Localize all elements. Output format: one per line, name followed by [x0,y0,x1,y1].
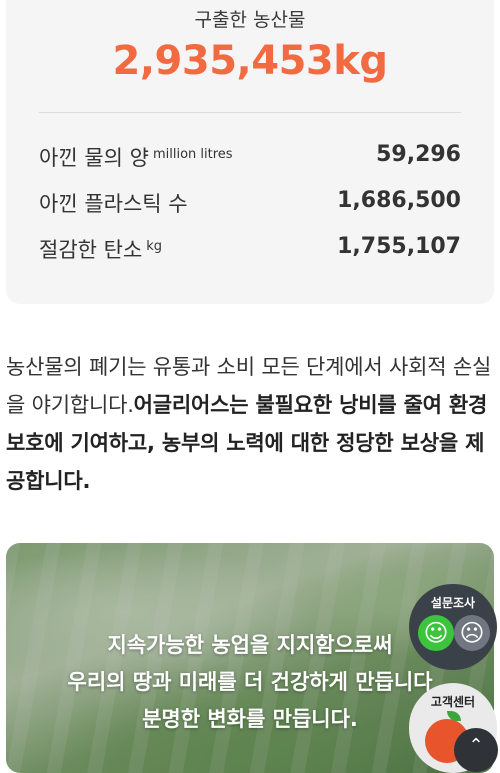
frown-face-icon[interactable]: ☹ [454,615,490,651]
rescued-produce-label: 구출한 농산물 [194,9,306,31]
stats-divider [39,112,461,113]
stat-value-carbon: 1,755,107 [337,234,461,259]
scroll-to-top-button[interactable]: ⌃ [454,728,498,772]
stat-unit-water: million litres [152,147,233,162]
stat-row-water: 아낀 물의 양 million litres 59,296 [39,142,461,178]
hero-line-2: 우리의 땅과 미래를 더 건강하게 만듭니다 [67,670,433,694]
stat-row-plastic: 아낀 플라스틱 수 1,686,500 [39,188,461,224]
stat-label-water: 아낀 물의 양 million litres [39,146,233,170]
stat-value-water: 59,296 [376,142,461,167]
stat-label-carbon: 절감한 탄소 kg [39,238,163,262]
rescued-produce-value: 2,935,453kg [112,38,388,84]
stat-row-carbon: 절감한 탄소 kg 1,755,107 [39,234,461,270]
survey-title: 설문조사 [430,596,476,610]
stat-unit-carbon: kg [146,239,163,254]
mission-description: 농산물의 폐기는 유통과 소비 모든 단계에서 사회적 손실을 야기합니다.어글… [6,348,496,500]
stat-label-plastic: 아낀 플라스틱 수 [39,192,188,216]
stat-value-plastic: 1,686,500 [337,188,461,213]
survey-widget[interactable]: 설문조사 ☺ ☹ [409,584,497,670]
customer-center-title: 고객센터 [430,695,476,709]
arrow-up-icon: ⌃ [468,735,484,756]
smile-face-icon[interactable]: ☺ [418,615,454,651]
